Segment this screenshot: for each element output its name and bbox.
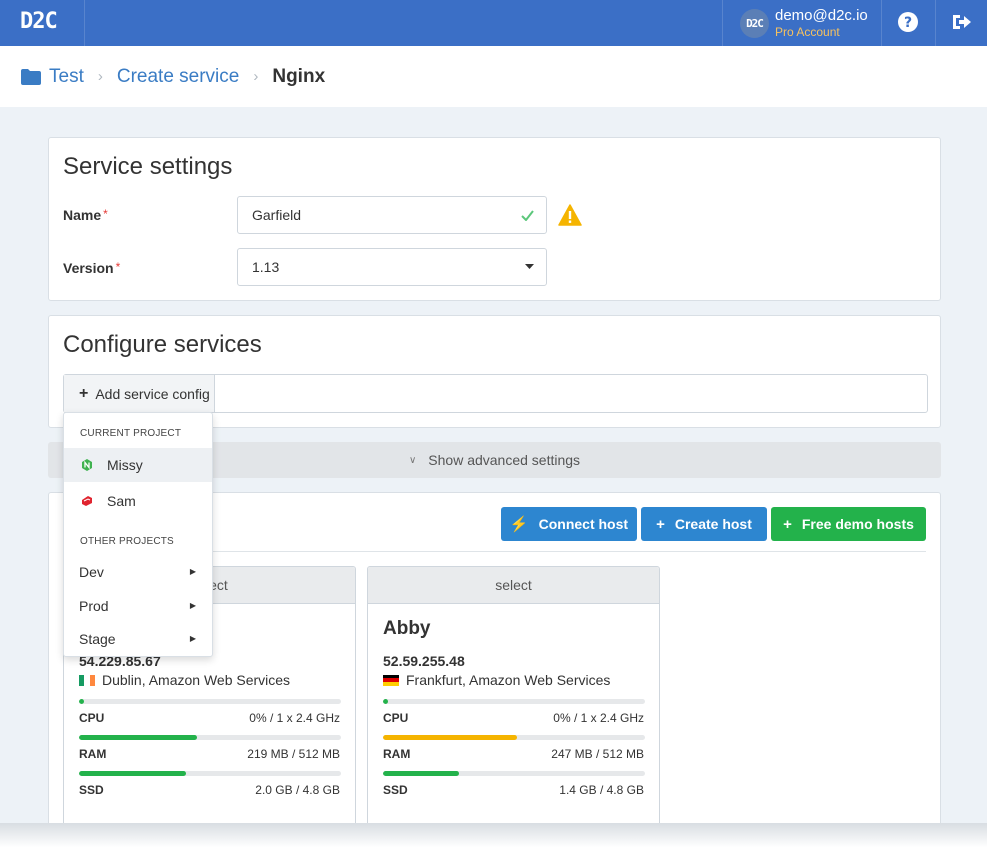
breadcrumb-current: Nginx — [272, 65, 326, 87]
breadcrumb-step-link[interactable]: Create service — [117, 66, 240, 88]
top-navbar: D2C D2C demo@d2c.io Pro Account ? — [0, 0, 987, 46]
add-service-config-dropdown: CURRENT PROJECT Missy Sam OTHER PROJECTS… — [63, 412, 213, 657]
dropdown-header: OTHER PROJECTS — [80, 536, 174, 547]
name-field-value: Garfield — [252, 207, 302, 223]
version-label: Version * — [63, 260, 120, 276]
free-demo-hosts-button[interactable]: + Free demo hosts — [771, 507, 926, 541]
host-location: Frankfurt, Amazon Web Services — [383, 672, 610, 688]
cpu-meter — [79, 699, 341, 704]
host-location-text: Dublin, Amazon Web Services — [102, 672, 291, 688]
cpu-meter — [383, 699, 645, 704]
ram-value: 247 MB / 512 MB — [551, 747, 644, 761]
free-demo-hosts-label: Free demo hosts — [801, 516, 914, 532]
ssd-meter — [79, 771, 341, 776]
name-field[interactable]: Garfield — [237, 196, 547, 234]
advanced-settings-label: Show advanced settings — [428, 452, 581, 468]
ssd-label: SSD — [79, 783, 104, 797]
ram-label: RAM — [79, 747, 107, 761]
folder-icon — [21, 68, 41, 85]
breadcrumb-project-link[interactable]: Test — [49, 66, 84, 88]
version-label-text: Version — [63, 260, 114, 276]
ram-meter — [79, 735, 341, 740]
germany-flag-icon — [383, 674, 399, 686]
ireland-flag-icon — [79, 674, 95, 686]
plug-icon: ⚡ — [509, 516, 529, 533]
dropdown-submenu-label: Dev — [79, 563, 104, 580]
required-mark: * — [115, 260, 121, 274]
dropdown-submenu-stage[interactable]: Stage ▶ — [64, 622, 212, 655]
add-service-config-label: Add service config — [95, 385, 210, 402]
host-name: Abby — [383, 618, 431, 639]
caret-down-icon — [525, 264, 534, 269]
breadcrumb: Test › Create service › Nginx — [0, 46, 987, 107]
version-select[interactable]: 1.13 — [237, 248, 547, 286]
plus-icon: + — [656, 515, 665, 533]
service-settings-panel: Service settings Name * Garfield Version *… — [48, 137, 941, 301]
dropdown-item-missy[interactable]: Missy — [64, 448, 212, 482]
avatar: D2C — [740, 8, 769, 38]
navbar-divider — [84, 0, 85, 46]
app-logo[interactable]: D2C — [20, 9, 58, 34]
ssd-value: 2.0 GB / 4.8 GB — [255, 783, 340, 797]
ssd-value: 1.4 GB / 4.8 GB — [559, 783, 644, 797]
dropdown-submenu-prod[interactable]: Prod ▶ — [64, 589, 212, 622]
logout-icon[interactable] — [950, 11, 972, 33]
cpu-label: CPU — [383, 711, 409, 725]
name-label: Name * — [63, 207, 108, 223]
account-plan: Pro Account — [775, 25, 840, 39]
svg-text:?: ? — [904, 15, 912, 31]
navbar-divider — [722, 0, 723, 46]
service-config-bar: + Add service config — [63, 374, 928, 413]
panel-title: Service settings — [63, 153, 233, 180]
help-icon[interactable]: ? — [897, 11, 919, 33]
navbar-divider — [881, 0, 882, 46]
dropdown-item-sam[interactable]: Sam — [64, 484, 212, 518]
check-icon — [521, 210, 534, 221]
required-mark: * — [103, 207, 108, 221]
dropdown-item-label: Sam — [107, 493, 136, 509]
connect-host-label: Connect host — [538, 516, 629, 532]
plus-icon: + — [79, 384, 89, 402]
ram-value: 219 MB / 512 MB — [247, 747, 340, 761]
account-email: demo@d2c.io — [775, 7, 868, 24]
navbar-divider — [935, 0, 936, 46]
plus-icon: + — [783, 515, 792, 533]
caret-right-icon: ▶ — [189, 567, 196, 576]
nginx-icon — [82, 459, 92, 471]
host-location-text: Frankfurt, Amazon Web Services — [406, 672, 611, 688]
host-ip: 52.59.255.48 — [383, 653, 465, 669]
account-menu[interactable]: D2C demo@d2c.io Pro Account — [740, 6, 868, 40]
name-label-text: Name — [63, 207, 102, 223]
caret-right-icon: ▶ — [189, 601, 196, 610]
ssd-label: SSD — [383, 783, 408, 797]
dropdown-submenu-label: Stage — [79, 630, 116, 647]
dropdown-submenu-dev[interactable]: Dev ▶ — [64, 555, 212, 588]
caret-right-icon: ▶ — [189, 634, 196, 643]
laravel-icon — [82, 496, 92, 506]
version-select-value: 1.13 — [252, 259, 280, 275]
panel-title: Configure services — [63, 331, 262, 358]
breadcrumb-separator-icon: › — [253, 68, 259, 85]
cpu-value: 0% / 1 x 2.4 GHz — [249, 711, 340, 725]
dropdown-submenu-label: Prod — [79, 597, 109, 614]
add-service-config-button[interactable]: + Add service config — [64, 375, 215, 412]
cpu-label: CPU — [79, 711, 105, 725]
ram-label: RAM — [383, 747, 411, 761]
double-chevron-down-icon: ∨ — [408, 454, 417, 466]
cpu-value: 0% / 1 x 2.4 GHz — [553, 711, 644, 725]
ssd-meter — [383, 771, 645, 776]
page-bottom-shadow — [0, 823, 987, 864]
host-select-button[interactable]: select — [368, 567, 659, 604]
ram-meter — [383, 735, 645, 740]
host-card[interactable]: select Abby 52.59.255.48 Frankfurt, Amaz… — [367, 566, 660, 826]
create-host-button[interactable]: + Create host — [641, 507, 767, 541]
host-location: Dublin, Amazon Web Services — [79, 672, 290, 688]
create-host-label: Create host — [674, 516, 752, 532]
warning-icon[interactable] — [558, 204, 582, 226]
breadcrumb-separator-icon: › — [97, 68, 103, 85]
dropdown-header: CURRENT PROJECT — [80, 428, 182, 439]
connect-host-button[interactable]: ⚡ Connect host — [501, 507, 637, 541]
dropdown-item-label: Missy — [107, 457, 143, 473]
